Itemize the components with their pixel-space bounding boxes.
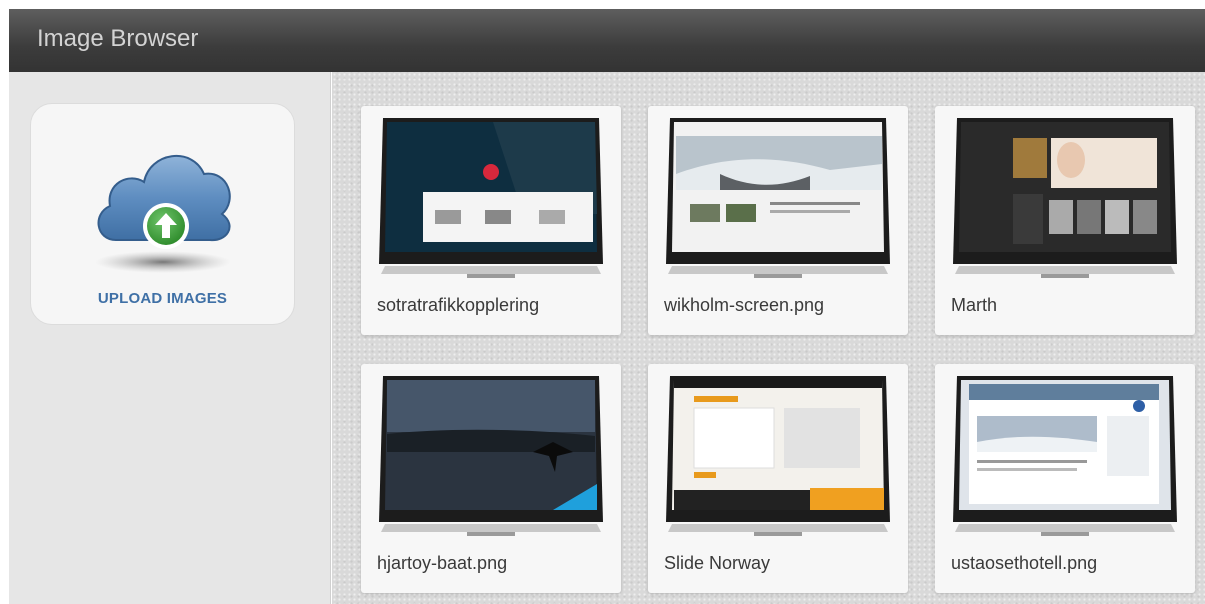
upload-images-button[interactable]: UPLOAD IMAGES [30, 103, 295, 325]
image-name: Marth [951, 295, 998, 315]
image-name: Slide Norway [664, 553, 771, 573]
window-title: Image Browser [37, 25, 199, 52]
image-thumbnail [379, 376, 603, 536]
image-thumbnail [379, 118, 603, 278]
image-thumbnail [666, 118, 890, 278]
image-card[interactable]: ustaosethotell.png [935, 364, 1195, 593]
image-name: hjartoy-baat.png [377, 553, 508, 573]
image-thumbnail [953, 118, 1177, 278]
image-name: sotratrafikkopplering [377, 295, 540, 315]
image-card[interactable]: hjartoy-baat.png [361, 364, 621, 593]
cloud-upload-icon [95, 154, 231, 273]
image-thumbnail [953, 376, 1177, 536]
image-name: wikholm-screen.png [664, 295, 825, 315]
image-card[interactable]: sotratrafikkopplering [361, 106, 621, 335]
title-bar: Image Browser [9, 9, 1205, 72]
upload-images-label: UPLOAD IMAGES [97, 290, 228, 307]
image-browser-window: Image Browser UPLOAD IMAGES sotratrafikk… [9, 9, 1205, 604]
image-grid: sotratrafikkopplering wikholm-screen.png [332, 72, 1205, 604]
image-thumbnail [666, 376, 890, 536]
image-card[interactable]: Marth [935, 106, 1195, 335]
image-card[interactable]: Slide Norway [648, 364, 908, 593]
image-name: ustaosethotell.png [951, 553, 1098, 573]
sidebar: UPLOAD IMAGES [9, 72, 331, 604]
image-card[interactable]: wikholm-screen.png [648, 106, 908, 335]
